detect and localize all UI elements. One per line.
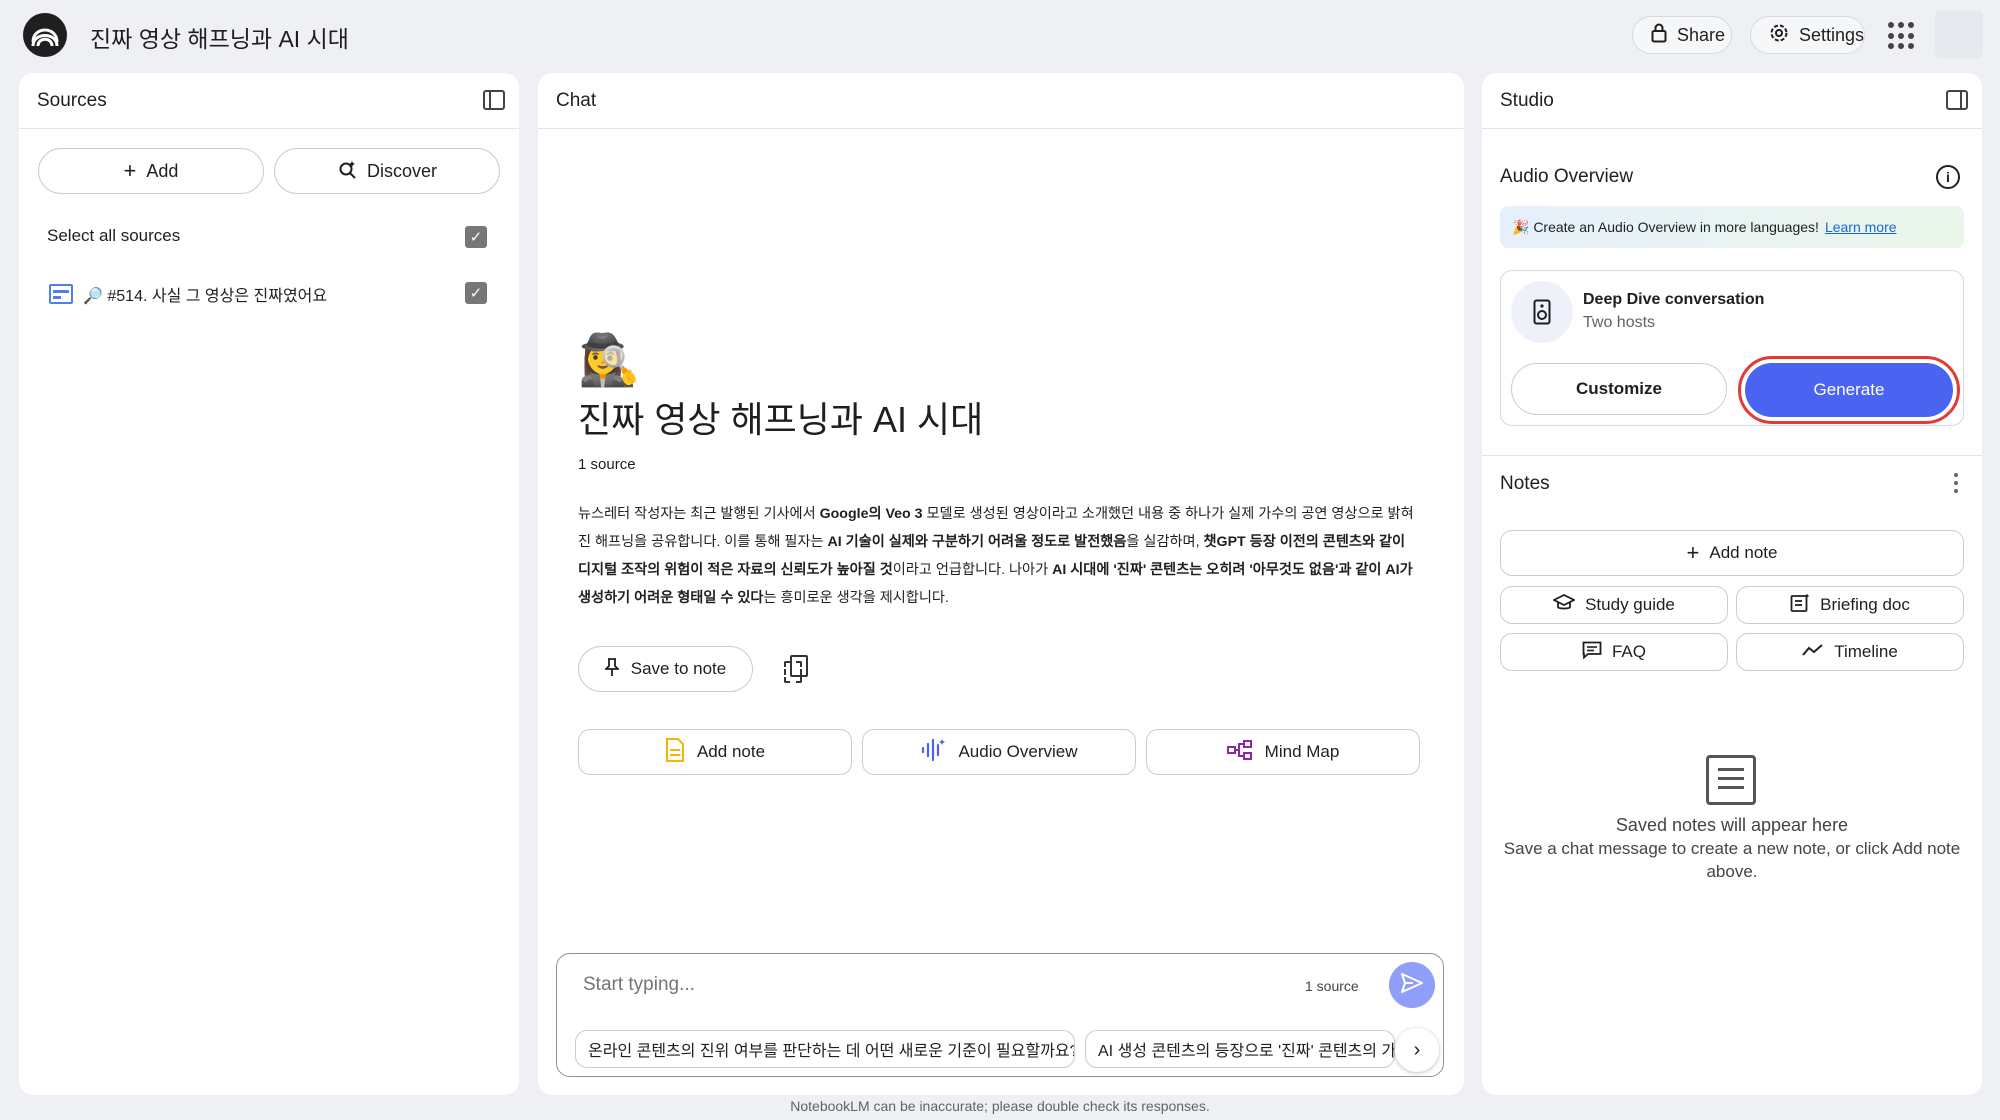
briefing-doc-button[interactable]: Briefing doc	[1736, 586, 1964, 624]
mind-map-icon	[1226, 739, 1253, 766]
audio-overview-action-label: Audio Overview	[958, 742, 1078, 761]
faq-label: FAQ	[1611, 642, 1646, 661]
apps-grid-icon[interactable]	[1888, 22, 1916, 50]
speaker-icon	[1511, 281, 1573, 343]
divider	[1482, 455, 1982, 456]
notebooklm-logo-icon[interactable]	[23, 13, 67, 57]
pin-icon	[603, 657, 620, 682]
chat-title-label: Chat	[556, 89, 597, 111]
plus-icon: +	[1686, 540, 1700, 565]
languages-banner: 🎉 Create an Audio Overview in more langu…	[1500, 206, 1964, 248]
plus-icon: +	[123, 158, 137, 183]
mind-map-action-button[interactable]: Mind Map	[1146, 729, 1420, 775]
timeline-button[interactable]: Timeline	[1736, 633, 1964, 671]
web-source-icon	[49, 284, 73, 304]
send-button[interactable]	[1389, 962, 1435, 1008]
summary-segment: 이라고 언급합니다. 나아가	[892, 562, 1053, 578]
discover-label: Discover	[366, 160, 437, 181]
collapse-panel-icon[interactable]	[483, 90, 505, 110]
add-note-label: Add note	[1709, 543, 1778, 562]
share-button[interactable]: Share	[1632, 16, 1732, 54]
notebook-summary: 뉴스레터 작성자는 최근 발행된 기사에서 Google의 Veo 3 모델로 …	[578, 500, 1418, 612]
deep-dive-subtitle: Two hosts	[1583, 314, 1656, 331]
summary-segment: 는 흥미로운 생각을 제시합니다.	[763, 590, 949, 606]
study-guide-label: Study guide	[1585, 595, 1675, 614]
info-icon[interactable]: i	[1936, 165, 1960, 189]
notes-empty-icon	[1706, 755, 1756, 805]
avatar[interactable]	[1935, 10, 1983, 58]
banner-text: 🎉 Create an Audio Overview in more langu…	[1512, 218, 1819, 235]
empty-notes-subtitle: Save a chat message to create a new note…	[1503, 839, 1961, 881]
sources-panel: Sources + Add Discover Select all source…	[19, 73, 519, 1095]
settings-label: Settings	[1799, 24, 1865, 45]
briefing-doc-icon	[1790, 593, 1810, 618]
send-icon	[1400, 972, 1424, 999]
graduation-cap-icon	[1552, 593, 1577, 617]
select-all-label: Select all sources	[47, 226, 181, 245]
studio-title: Studio	[1500, 89, 1554, 111]
more-vert-icon[interactable]	[1954, 473, 1958, 493]
chat-notebook-title: 진짜 영상 해프닝과 AI 시대	[578, 399, 984, 440]
faq-icon	[1582, 641, 1602, 664]
select-all-checkbox[interactable]: ✓	[465, 226, 487, 248]
add-note-button[interactable]: + Add note	[1500, 530, 1964, 576]
briefing-doc-label: Briefing doc	[1820, 595, 1910, 614]
chat-input[interactable]	[583, 974, 1283, 996]
timeline-label: Timeline	[1834, 642, 1898, 661]
chevron-right-icon[interactable]: ›	[1395, 1028, 1439, 1072]
add-note-action-label: Add note	[696, 742, 766, 761]
faq-button[interactable]: FAQ	[1500, 633, 1728, 671]
study-guide-button[interactable]: Study guide	[1500, 586, 1728, 624]
mind-map-action-label: Mind Map	[1264, 742, 1340, 761]
customize-button[interactable]: Customize	[1511, 363, 1727, 415]
sources-header: Sources	[19, 73, 519, 129]
chat-header: Chat	[538, 73, 1464, 129]
settings-button[interactable]: Settings	[1750, 16, 1865, 54]
sources-title: Sources	[37, 89, 107, 111]
notebook-title[interactable]: 진짜 영상 해프닝과 AI 시대	[90, 20, 349, 54]
share-label: Share	[1677, 24, 1726, 45]
deep-dive-title: Deep Dive conversation	[1583, 291, 1765, 308]
note-doc-icon	[665, 737, 685, 767]
studio-panel: Studio Audio Overview i 🎉 Create an Audi…	[1482, 73, 1982, 1095]
chat-composer: 1 source 온라인 콘텐츠의 진위 여부를 판단하는 데 어떤 새로운 기…	[556, 953, 1444, 1077]
suggestion-chip[interactable]: 온라인 콘텐츠의 진위 여부를 판단하는 데 어떤 새로운 기준이 필요할까요?	[575, 1030, 1075, 1068]
discover-button[interactable]: Discover	[274, 148, 500, 194]
add-note-action-button[interactable]: Add note	[578, 729, 852, 775]
composer-source-count: 1 source	[1305, 978, 1359, 994]
top-bar: 진짜 영상 해프닝과 AI 시대 Share Settings	[0, 0, 2000, 70]
learn-more-link[interactable]: Learn more	[1825, 219, 1897, 235]
empty-notes-title: Saved notes will appear here	[1615, 815, 1849, 835]
add-source-label: Add	[146, 160, 179, 181]
discover-icon	[337, 159, 357, 184]
summary-segment: AI 기술이 실제와 구분하기 어려울 정도로 발전했음	[827, 534, 1127, 550]
studio-header: Studio	[1482, 73, 1982, 129]
save-to-note-button[interactable]: Save to note	[578, 646, 753, 692]
source-item-checkbox[interactable]: ✓	[465, 282, 487, 304]
add-source-button[interactable]: + Add	[38, 148, 264, 194]
audio-overview-action-button[interactable]: Audio Overview	[862, 729, 1136, 775]
notebook-emoji: 🕵️‍♀️	[578, 332, 641, 388]
footer-disclaimer: NotebookLM can be inaccurate; please dou…	[790, 1098, 1210, 1114]
chat-panel: Chat 🕵️‍♀️ 진짜 영상 해프닝과 AI 시대 1 source 뉴스레…	[538, 73, 1464, 1095]
summary-segment: 뉴스레터 작성자는 최근 발행된 기사에서	[578, 506, 820, 522]
gear-icon	[1769, 23, 1789, 48]
audio-overview-title: Audio Overview	[1500, 166, 1634, 187]
audio-wave-icon	[920, 738, 946, 767]
summary-segment: 을 실감하며,	[1126, 534, 1204, 550]
save-to-note-label: Save to note	[630, 659, 727, 678]
suggestion-chip[interactable]: AI 생성 콘텐츠의 등장으로 '진짜' 콘텐츠의 가치	[1085, 1030, 1395, 1068]
source-count: 1 source	[578, 456, 636, 473]
lock-icon	[1651, 23, 1667, 48]
collapse-panel-icon[interactable]	[1946, 90, 1968, 110]
deep-dive-card: Deep Dive conversation Two hosts Customi…	[1500, 270, 1964, 426]
source-item-label[interactable]: 🔎 #514. 사실 그 영상은 진짜였어요	[83, 282, 327, 306]
generate-button[interactable]: Generate	[1738, 356, 1960, 424]
timeline-icon	[1802, 642, 1824, 662]
summary-segment: Google의 Veo 3	[819, 506, 923, 522]
copy-icon[interactable]	[784, 655, 808, 683]
notes-title: Notes	[1500, 473, 1550, 494]
